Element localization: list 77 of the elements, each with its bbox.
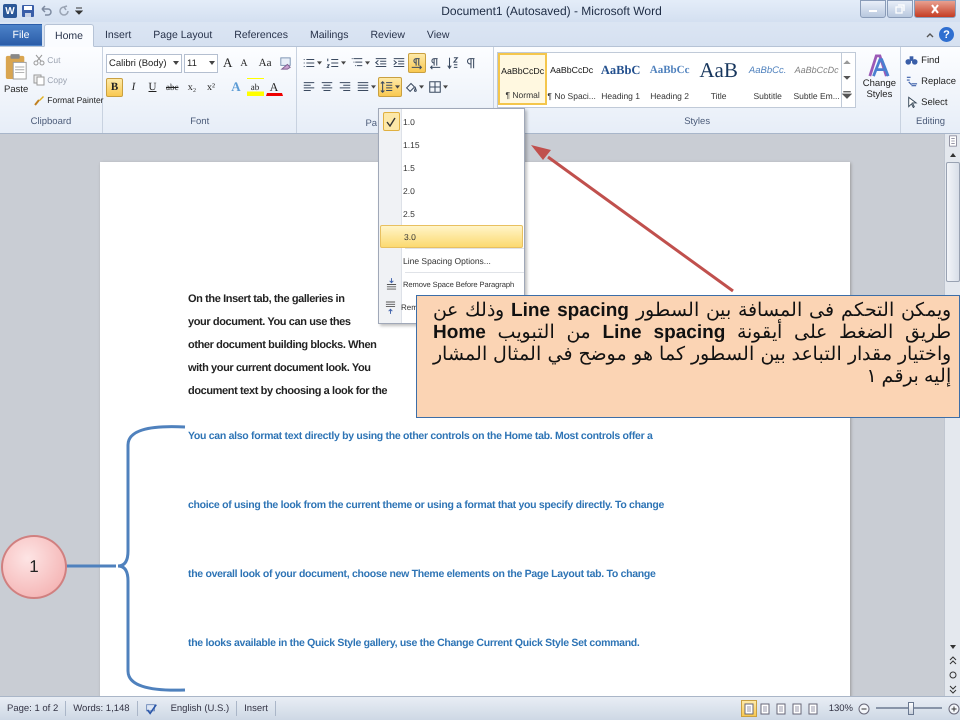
style-name: Heading 1 — [601, 91, 640, 101]
document-text-line: other document building blocks. When — [188, 338, 376, 353]
menu-item[interactable]: 1.0 — [380, 110, 523, 133]
style-item[interactable]: AaB Title — [694, 53, 744, 105]
menu-item[interactable]: 1.5 — [380, 156, 523, 179]
shrink-font-button[interactable]: A — [237, 54, 251, 72]
font-name-field[interactable]: Calibri (Body) — [106, 54, 182, 72]
change-styles-button[interactable]: Change Styles — [862, 52, 898, 116]
group-label: Clipboard — [30, 116, 72, 129]
document-text-line: You can also format text directly by using the other controls on the Home tab. Most controls offer a — [188, 429, 653, 444]
italic-button[interactable]: I — [125, 78, 142, 96]
group-label: Styles — [683, 116, 712, 129]
style-item[interactable]: AaBbCc. Subtitle — [743, 53, 792, 105]
document-text-line: document text by choosing a look for the — [188, 384, 388, 399]
style-name: Heading 2 — [650, 91, 690, 101]
style-name: ¶ No Spaci... — [547, 91, 596, 101]
sup-button[interactable]: x² — [202, 78, 220, 96]
document-text-line: choice of using the look from the current theme or using a format that you specify directly. To change — [188, 498, 664, 513]
document-text-line: your document. You can use thes — [188, 315, 351, 330]
document-text-line: the overall look of your document, choose new Theme elements on the Page Layout tab. To change — [188, 567, 656, 582]
ribbon-tab[interactable]: Review — [359, 24, 416, 46]
highlight-button[interactable]: ab — [246, 78, 264, 96]
style-sample: AaBbCc — [650, 63, 690, 78]
style-item[interactable]: AaBbCcDc ¶ Normal — [498, 53, 548, 105]
group-label: Font — [189, 116, 210, 129]
style-sample: AaBbCc. — [748, 64, 786, 78]
style-item[interactable]: AaBbCc Heading 2 — [645, 53, 694, 105]
style-name: Title — [710, 91, 727, 101]
paste-button[interactable]: Paste — [3, 51, 30, 116]
ribbon-tab[interactable]: Page Layout — [142, 24, 224, 46]
color-button[interactable]: A — [266, 78, 282, 96]
group-label: Pa — [365, 118, 378, 131]
style-item[interactable]: AaBbC Heading 1 — [596, 53, 646, 105]
ribbon-tab[interactable]: Mailings — [298, 24, 360, 46]
document-text-line: with your current document look. You — [188, 361, 371, 376]
sub-button[interactable]: x₂ — [184, 78, 200, 96]
menu-item[interactable]: 3.0 — [380, 225, 523, 248]
format-painter-button[interactable]: Format Painter — [32, 91, 105, 108]
word-count[interactable]: Words: 1,148 — [66, 701, 138, 716]
ribbon-tab[interactable]: References — [223, 24, 299, 46]
ribbon-tab[interactable]: View — [416, 24, 460, 46]
style-name: ¶ Normal — [505, 90, 540, 100]
style-name: Subtle Em... — [793, 91, 840, 101]
underline-button[interactable]: U — [144, 78, 161, 96]
language-indicator[interactable]: English (U.S.) — [164, 701, 238, 716]
menu-item[interactable]: 1.15 — [380, 133, 523, 156]
style-sample: AaBbC — [600, 62, 640, 78]
zoom-level[interactable]: 130% — [828, 703, 853, 714]
style-sample: AaBbCcDc — [501, 65, 544, 78]
replace-button[interactable]: Replace — [904, 72, 957, 90]
window-title: Document1 (Autosaved) - Microsoft Word — [440, 4, 663, 18]
bold-button[interactable]: B — [106, 78, 123, 96]
group-label: Editing — [915, 116, 946, 129]
word-logo-icon[interactable]: W — [3, 4, 17, 18]
document-text-line: the looks available in the Quick Style gallery, use the Change Current Quick Style Set command. — [188, 636, 640, 651]
insert-mode-indicator[interactable]: Insert — [237, 701, 276, 716]
find-button[interactable]: Find — [904, 51, 957, 69]
style-sample: AaBbCcDc — [794, 64, 839, 77]
change-case-button[interactable]: Aa — [256, 54, 274, 72]
document-text-line: On the Insert tab, the galleries in — [188, 292, 345, 307]
strike-button[interactable]: abc — [163, 78, 182, 96]
select-button[interactable]: Select — [904, 93, 957, 111]
grow-font-button[interactable]: A — [220, 54, 236, 72]
ribbon-tab[interactable]: Home — [44, 24, 94, 47]
style-name: Subtitle — [753, 91, 782, 101]
ribbon-tab[interactable]: Insert — [94, 24, 142, 46]
page-count[interactable]: Page: 1 of 2 — [0, 701, 66, 716]
menu-item[interactable]: 2.5 — [380, 202, 523, 225]
style-item[interactable]: AaBbCcDc ¶ No Spaci... — [547, 53, 596, 105]
font-size-field[interactable]: 11 — [184, 54, 218, 72]
style-item[interactable]: AaBbCcDc Subtle Em... — [792, 53, 842, 105]
style-sample: AaB — [699, 57, 738, 83]
file-tab[interactable]: File — [0, 24, 42, 46]
help-icon[interactable]: ? — [939, 27, 954, 42]
menu-item[interactable]: Line Spacing Options... — [380, 249, 523, 272]
style-sample: AaBbCcDc — [550, 64, 594, 77]
menu-item[interactable]: 2.0 — [380, 179, 523, 202]
